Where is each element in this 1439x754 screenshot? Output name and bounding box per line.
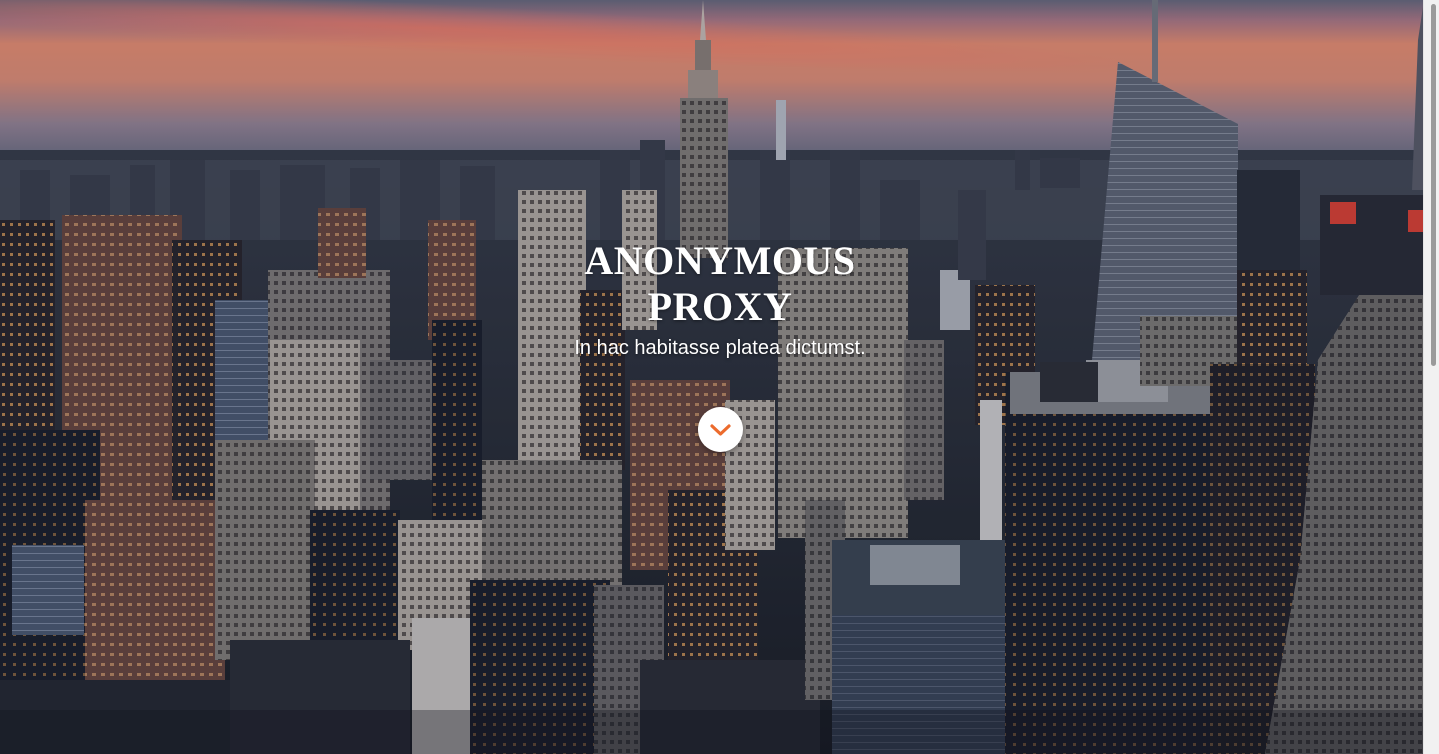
hero-section: ANONYMOUS PROXY In hac habitasse platea …	[0, 0, 1423, 754]
chevron-down-icon	[710, 424, 731, 436]
scroll-down-button[interactable]	[698, 407, 743, 452]
hero-subtitle: In hac habitasse platea dictumst.	[574, 337, 866, 359]
vertical-scrollbar[interactable]	[1423, 0, 1439, 754]
hero-title: ANONYMOUS PROXY	[520, 238, 920, 330]
hero-title-line1: ANONYMOUS	[584, 238, 856, 283]
hero-title-line2: PROXY	[647, 284, 793, 329]
image-overlay	[0, 0, 1423, 754]
scrollbar-thumb[interactable]	[1431, 4, 1436, 366]
